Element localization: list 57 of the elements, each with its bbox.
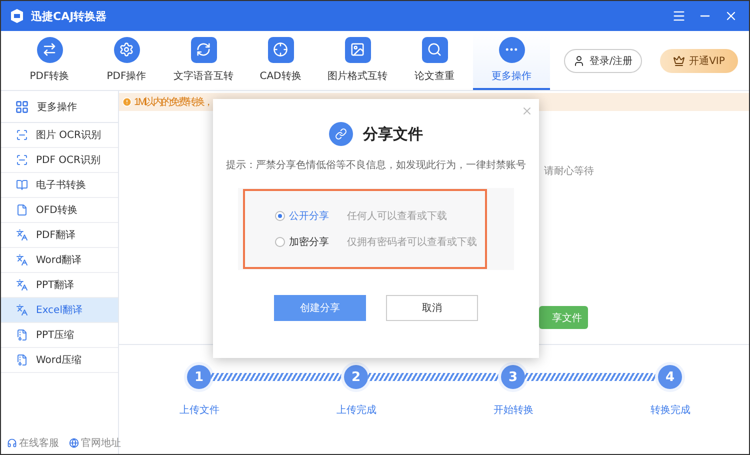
settings-icon xyxy=(114,36,140,62)
step-number: 2 xyxy=(344,365,368,389)
cancel-button[interactable]: 取消 xyxy=(386,295,478,321)
refresh-icon xyxy=(190,36,216,62)
footer-link[interactable]: 官网地址 xyxy=(69,436,121,450)
search-icon xyxy=(422,36,448,62)
book-icon xyxy=(16,179,28,191)
toolbar-tab[interactable]: PDF操作 xyxy=(88,31,165,90)
status-text: 请耐心等待 xyxy=(544,166,594,177)
sidebar-header: 更多操作 xyxy=(37,100,77,114)
toolbar-tab[interactable]: 文字语音互转 xyxy=(165,31,242,90)
option-label[interactable]: 加密分享 xyxy=(289,235,347,249)
grid-icon xyxy=(15,100,29,114)
toolbar-tab[interactable]: PDF转换 xyxy=(11,31,88,90)
option-description: 任何人可以查看或下载 xyxy=(347,210,447,223)
toolbar-tab[interactable]: 论文查重 xyxy=(396,31,473,90)
step-label: 上传文件 xyxy=(180,404,220,417)
step-label: 开始转换 xyxy=(494,404,534,417)
translate-icon xyxy=(16,229,28,241)
translate-icon xyxy=(16,279,28,291)
footer-link[interactable]: 在线客服 xyxy=(7,436,59,450)
link-icon xyxy=(329,122,353,146)
toolbar-tab[interactable]: 图片格式互转 xyxy=(319,31,396,90)
step-label: 转换完成 xyxy=(650,404,690,417)
toolbar-tab[interactable]: CAD转换 xyxy=(242,31,319,90)
archive-icon xyxy=(16,354,28,366)
step-number: 3 xyxy=(501,365,525,389)
crown-icon xyxy=(673,54,686,66)
sidebar-item[interactable]: Excel翻译 xyxy=(1,298,118,323)
option-label[interactable]: 公开分享 xyxy=(289,209,347,223)
image-icon xyxy=(344,36,370,62)
window-title: 迅捷CAJ转换器 xyxy=(31,8,108,24)
headset-icon xyxy=(7,438,17,448)
step-number: 1 xyxy=(187,365,211,389)
arrows-icon xyxy=(36,36,62,62)
step-label: 上传完成 xyxy=(336,404,376,417)
document-icon xyxy=(16,204,28,216)
scan-icon xyxy=(16,129,28,141)
notice-text: 1M以内的免费转换， xyxy=(134,96,212,109)
radio-button[interactable] xyxy=(275,237,285,247)
login-button[interactable]: 登录/注册 xyxy=(564,48,642,72)
scan-icon xyxy=(16,154,28,166)
crosshair-icon xyxy=(268,36,294,62)
archive-icon xyxy=(16,329,28,341)
user-icon xyxy=(573,54,586,66)
hint-text: 提示：严禁分享色情低俗等不良信息，如发现此行为，一律封禁账号 xyxy=(226,158,526,172)
globe-icon xyxy=(69,438,79,448)
more-icon xyxy=(498,36,524,62)
alert-icon xyxy=(122,97,132,107)
translate-icon xyxy=(16,254,28,266)
logo-icon xyxy=(9,8,25,24)
radio-button[interactable] xyxy=(275,211,285,221)
vip-button[interactable]: 开通VIP xyxy=(660,48,738,72)
translate-icon xyxy=(16,304,28,316)
option-description: 仅拥有密码者可以查看或下载 xyxy=(347,236,477,249)
step-number: 4 xyxy=(658,365,682,389)
dialog-title: 分享文件 xyxy=(363,124,423,144)
